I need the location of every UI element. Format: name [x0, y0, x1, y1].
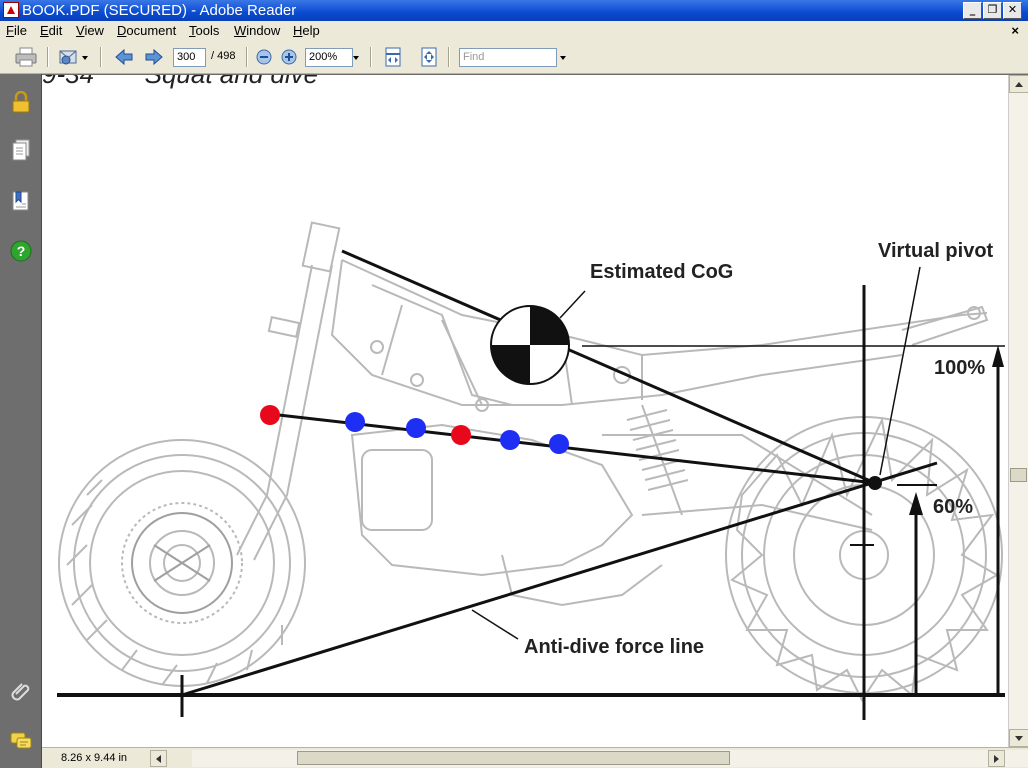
page-total: / 498: [211, 50, 236, 62]
vertical-scroll-thumb[interactable]: [1010, 468, 1027, 482]
blue-marker: [406, 418, 426, 438]
next-page-icon[interactable]: [142, 46, 166, 68]
virtual-pivot-point: [868, 476, 882, 490]
blue-marker: [549, 434, 569, 454]
previous-page-icon[interactable]: [112, 46, 136, 68]
label-60-percent: 60%: [933, 496, 974, 518]
arrow-left-icon: [156, 754, 161, 763]
menu-bar: File Edit View Document Tools Window Hel…: [0, 21, 1028, 41]
toolbar-separator: [100, 47, 102, 67]
vertical-scrollbar[interactable]: [1008, 75, 1028, 747]
toolbar-separator: [448, 47, 450, 67]
page-size-label: 8.26 x 9.44 in: [61, 752, 128, 764]
arrow-up-icon: [1015, 81, 1023, 87]
horizontal-scrollbar[interactable]: [192, 750, 1028, 767]
page-number-input[interactable]: 300: [173, 48, 206, 67]
comments-icon[interactable]: [9, 729, 33, 753]
menu-view[interactable]: View: [76, 23, 104, 39]
email-icon[interactable]: [58, 46, 88, 68]
scroll-down-button[interactable]: [1009, 729, 1028, 747]
help-icon[interactable]: ?: [9, 239, 33, 263]
cog-line: [341, 249, 876, 485]
zoom-out-icon[interactable]: [252, 46, 276, 68]
navigation-pane: ?: [0, 74, 42, 768]
zoom-in-icon[interactable]: [277, 46, 301, 68]
minimize-button[interactable]: _: [963, 2, 982, 19]
arrow-down-icon: [1015, 735, 1023, 741]
menu-edit[interactable]: Edit: [40, 23, 62, 39]
scroll-left-button[interactable]: [150, 750, 167, 767]
svg-text:?: ?: [17, 243, 26, 259]
window-title: BOOK.PDF (SECURED) - Adobe Reader: [22, 2, 297, 19]
maximize-button[interactable]: ❐: [983, 2, 1002, 19]
close-document-button[interactable]: ×: [1011, 23, 1019, 39]
blue-marker: [500, 430, 520, 450]
menu-file[interactable]: File: [6, 23, 27, 39]
toolbar-separator: [47, 47, 49, 67]
zoom-level-select[interactable]: 200%: [305, 48, 353, 67]
horizontal-scroll-thumb[interactable]: [297, 751, 730, 765]
label-virtual-pivot: Virtual pivot: [878, 240, 994, 262]
red-marker: [451, 425, 471, 445]
attachments-icon[interactable]: [9, 679, 33, 703]
chevron-down-icon[interactable]: [560, 56, 566, 60]
scroll-up-button[interactable]: [1009, 75, 1028, 93]
toolbar: 300 / 498 200% Find: [0, 41, 1028, 74]
menu-window[interactable]: Window: [234, 23, 280, 39]
bookmarks-icon[interactable]: [9, 189, 33, 213]
label-estimated-cog: Estimated CoG: [590, 261, 734, 283]
menu-tools[interactable]: Tools: [189, 23, 219, 39]
label-anti-dive-force-line: Anti-dive force line: [524, 636, 705, 658]
anti-dive-force-line: [181, 461, 938, 697]
adobe-reader-icon: [3, 2, 19, 18]
fit-width-icon[interactable]: [381, 46, 405, 68]
title-bar: BOOK.PDF (SECURED) - Adobe Reader _ ❐ ✕: [0, 0, 1028, 21]
arrow-right-icon: [994, 754, 999, 763]
toolbar-separator: [246, 47, 248, 67]
close-button[interactable]: ✕: [1003, 2, 1022, 19]
red-marker: [260, 405, 280, 425]
lock-icon[interactable]: [9, 90, 33, 114]
force-line-leader: [471, 609, 519, 640]
scroll-right-button[interactable]: [988, 750, 1005, 767]
pages-icon[interactable]: [9, 138, 33, 162]
status-bar: 8.26 x 9.44 in: [42, 747, 1028, 768]
label-100-percent: 100%: [934, 357, 986, 379]
motorcycle-sketch: [58, 221, 1003, 702]
menu-help[interactable]: Help: [293, 23, 320, 39]
menu-document[interactable]: Document: [117, 23, 176, 39]
blue-marker: [345, 412, 365, 432]
print-icon[interactable]: [14, 46, 38, 68]
fit-page-icon[interactable]: [417, 46, 441, 68]
chevron-down-icon[interactable]: [353, 56, 359, 60]
find-input[interactable]: Find: [459, 48, 557, 67]
document-view[interactable]: 9-34 Squat and dive: [42, 75, 1005, 747]
toolbar-separator: [370, 47, 372, 67]
